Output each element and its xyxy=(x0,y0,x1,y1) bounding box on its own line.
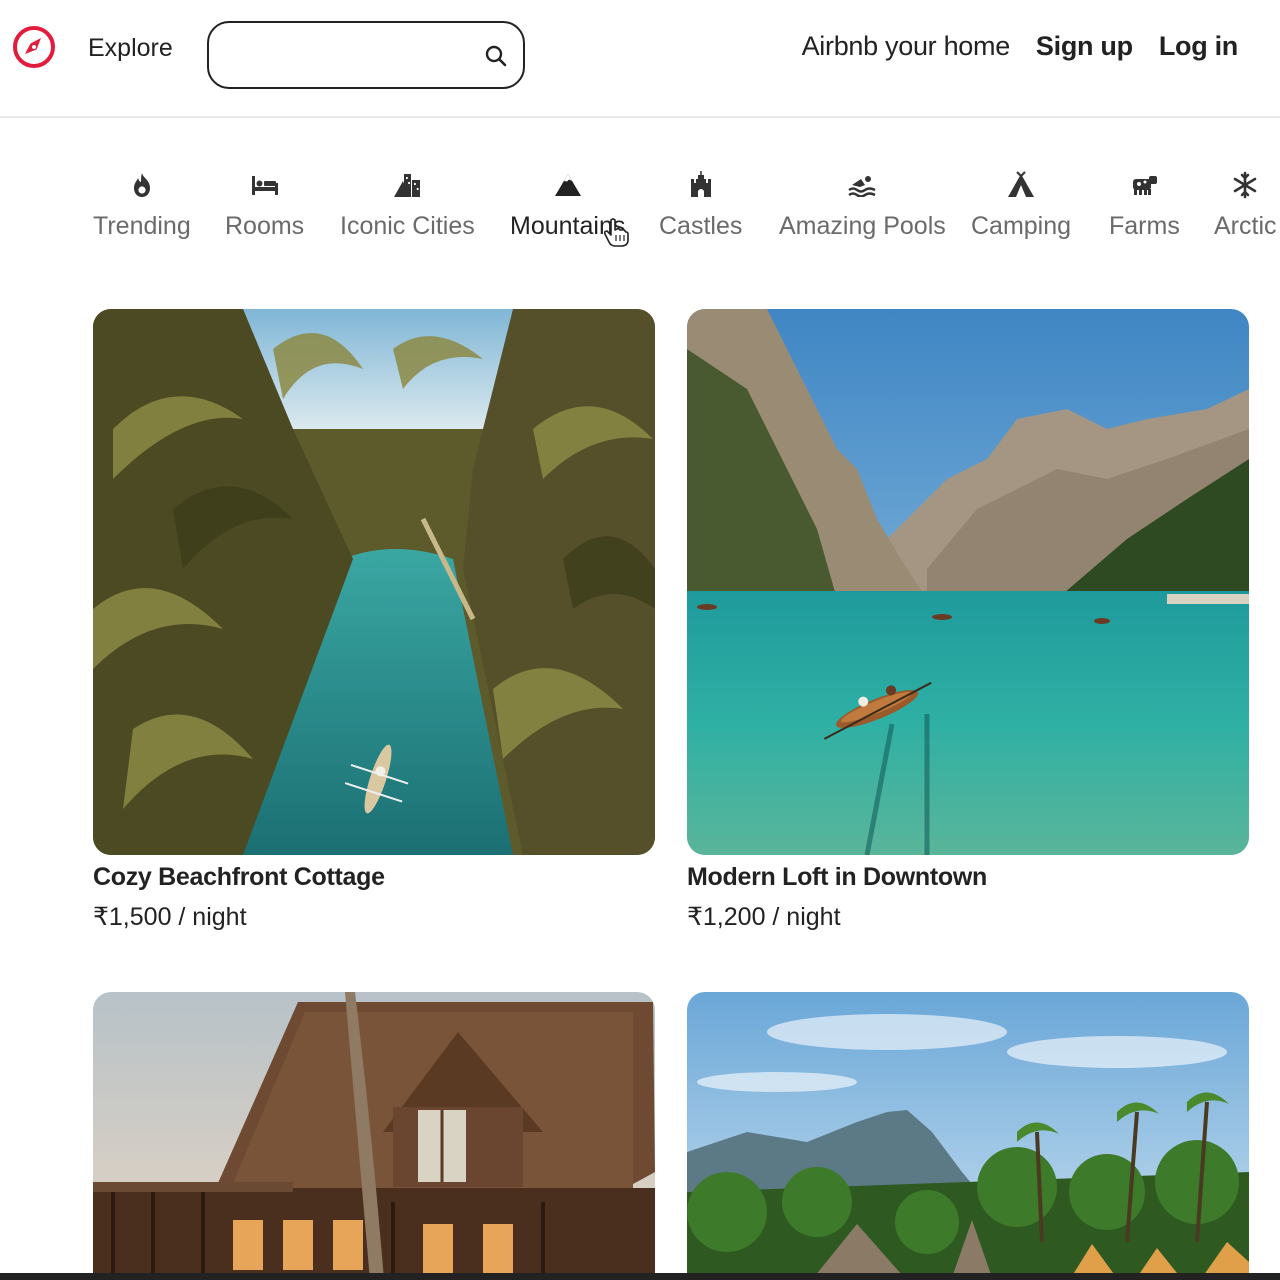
cow-icon xyxy=(1129,170,1159,200)
category-amazing-pools[interactable]: Amazing Pools xyxy=(779,170,946,241)
bed-icon xyxy=(250,170,280,200)
category-camping[interactable]: Camping xyxy=(971,170,1071,241)
listing-title: Modern Loft in Downtown xyxy=(687,863,987,891)
listing-card[interactable]: Cozy Beachfront Cottage ₹1,500 / night xyxy=(93,309,655,932)
nav-actions: Airbnb your home Sign up Log in xyxy=(802,31,1239,62)
listing-image[interactable] xyxy=(93,992,655,1280)
category-filter-bar: Trending Rooms Iconic Cities Mountains C… xyxy=(0,170,1280,260)
compass-icon[interactable] xyxy=(11,24,57,70)
listing-price: ₹1,500 / night xyxy=(93,903,247,931)
castle-icon xyxy=(686,170,716,200)
category-rooms[interactable]: Rooms xyxy=(225,170,304,241)
snowflake-icon xyxy=(1230,170,1260,200)
category-label: Trending xyxy=(93,212,191,240)
category-iconic-cities[interactable]: Iconic Cities xyxy=(340,170,475,241)
bottom-edge-bar xyxy=(0,1273,1280,1280)
listing-card[interactable]: Modern Loft in Downtown ₹1,200 / night xyxy=(687,309,1249,932)
swimmer-icon xyxy=(847,170,877,200)
category-label: Rooms xyxy=(225,212,305,240)
login-link[interactable]: Log in xyxy=(1159,31,1238,62)
category-label: Farms xyxy=(1109,212,1180,240)
mountain-icon xyxy=(553,170,583,200)
category-label: Camping xyxy=(971,212,1072,240)
top-navbar: Explore Airbnb your home Sign up Log in xyxy=(0,0,1280,118)
category-label: Amazing Pools xyxy=(779,212,946,240)
city-icon xyxy=(392,170,422,200)
listing-card[interactable] xyxy=(93,992,655,1280)
listing-image[interactable] xyxy=(93,309,655,855)
category-farms[interactable]: Farms xyxy=(1109,170,1180,241)
listing-image[interactable] xyxy=(687,309,1249,855)
listing-price: ₹1,200 / night xyxy=(687,903,841,931)
host-link[interactable]: Airbnb your home xyxy=(802,31,1011,62)
category-trending[interactable]: Trending xyxy=(93,170,191,241)
category-mountains[interactable]: Mountains xyxy=(510,170,625,241)
category-label: Mountains xyxy=(510,212,626,240)
category-arctic[interactable]: Arctic xyxy=(1214,170,1277,241)
listing-image[interactable] xyxy=(687,992,1249,1280)
search-bar[interactable] xyxy=(207,21,525,89)
search-icon[interactable] xyxy=(481,41,511,71)
tent-icon xyxy=(1006,170,1036,200)
listing-card[interactable] xyxy=(687,992,1249,1280)
fire-icon xyxy=(127,170,157,200)
category-label: Iconic Cities xyxy=(340,212,475,240)
category-label: Castles xyxy=(659,212,743,240)
category-label: Arctic xyxy=(1214,212,1277,240)
category-castles[interactable]: Castles xyxy=(659,170,742,241)
search-input[interactable] xyxy=(229,37,469,75)
explore-link[interactable]: Explore xyxy=(88,34,173,63)
listing-title: Cozy Beachfront Cottage xyxy=(93,863,385,891)
signup-link[interactable]: Sign up xyxy=(1036,31,1133,62)
